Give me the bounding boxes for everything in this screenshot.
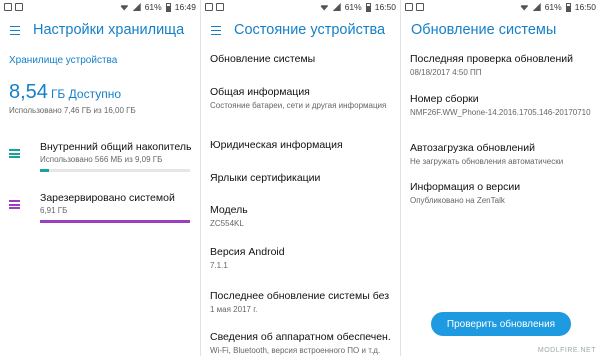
storage-usage-fill	[40, 169, 49, 172]
storage-list-icon	[9, 149, 20, 158]
list-item-title: Номер сборки	[410, 93, 479, 105]
signal-icon	[332, 3, 341, 11]
list-item-subtitle: Не загружать обновления автоматически	[410, 157, 564, 166]
page-title: Обновление системы	[411, 22, 557, 38]
clock: 16:50	[574, 2, 596, 12]
list-item-title: Автозагрузка обновлений	[410, 142, 535, 154]
gallery-notification-icon	[216, 3, 224, 11]
system-update-panel: 61% 16:50 Обновление системы Последняя п…	[400, 0, 600, 356]
list-item-title: Сведения об аппаратном обеспечен...	[210, 331, 390, 343]
list-item-legal-info[interactable]: Юридическая информация	[201, 139, 400, 151]
battery-percent: 61%	[144, 2, 162, 12]
gallery-notification-icon	[205, 3, 213, 11]
list-item-certification[interactable]: Ярлыки сертификации	[201, 172, 400, 184]
used-summary: Использовано 7,46 ГБ из 16,00 ГБ	[9, 106, 136, 115]
signal-icon	[132, 3, 141, 11]
battery-icon	[365, 2, 371, 12]
list-item-subtitle: NMF26F.WW_Phone-14.2016.1705.146-2017071…	[410, 108, 591, 117]
wifi-icon	[519, 5, 529, 11]
list-item-subtitle: Состояние батареи, сети и другая информа…	[210, 101, 387, 110]
menu-icon[interactable]	[211, 25, 221, 35]
list-item-version-info[interactable]: Информация о версии Опубликовано на ZenT…	[401, 181, 600, 206]
available-unit: ГБ Доступно	[50, 87, 122, 101]
storage-item-system[interactable]: Зарезервировано системой 6,91 ГБ	[0, 189, 200, 233]
page-title: Настройки хранилища	[33, 22, 185, 38]
battery-icon	[165, 2, 171, 12]
available-value: 8,54	[9, 81, 48, 103]
list-item-subtitle: 7.1.1	[210, 261, 228, 270]
gallery-notification-icon	[405, 3, 413, 11]
list-item-auto-download[interactable]: Автозагрузка обновлений Не загружать обн…	[401, 142, 600, 167]
list-item-system-update[interactable]: Обновление системы	[201, 53, 400, 65]
battery-icon	[565, 2, 571, 12]
list-item-model: Модель ZC554KL	[201, 204, 400, 229]
storage-settings-panel: 61% 16:49 Настройки хранилища Хранилище …	[0, 0, 200, 356]
storage-item-subtitle: Использовано 566 МБ из 9,09 ГБ	[40, 155, 163, 164]
storage-item-title: Внутренний общий накопитель	[40, 141, 192, 153]
clock: 16:49	[174, 2, 196, 12]
list-item-hardware-info[interactable]: Сведения об аппаратном обеспечен... Wi-F…	[201, 331, 400, 356]
list-item-title: Модель	[210, 204, 248, 216]
status-bar: 61% 16:50	[401, 0, 600, 14]
list-item-title: Последнее обновление системы без...	[210, 290, 390, 302]
list-item-title: Общая информация	[210, 86, 310, 98]
signal-icon	[532, 3, 541, 11]
status-bar: 61% 16:50	[201, 0, 400, 14]
list-item-subtitle: 08/18/2017 4:50 ПП	[410, 68, 482, 77]
storage-item-title: Зарезервировано системой	[40, 192, 175, 204]
gallery-notification-icon	[15, 3, 23, 11]
app-bar: Настройки хранилища	[0, 14, 200, 46]
storage-usage-bar	[40, 169, 190, 172]
device-status-panel: 61% 16:50 Состояние устройства Обновлени…	[200, 0, 400, 356]
battery-percent: 61%	[544, 2, 562, 12]
storage-usage-bar	[40, 220, 190, 223]
storage-list-icon	[9, 200, 20, 209]
check-updates-button[interactable]: Проверить обновления	[431, 312, 571, 336]
list-item-last-check: Последняя проверка обновлений 08/18/2017…	[401, 53, 600, 78]
app-bar: Обновление системы	[401, 14, 600, 46]
menu-icon[interactable]	[10, 25, 20, 35]
list-item-title: Информация о версии	[410, 181, 521, 193]
section-header: Хранилище устройства	[9, 55, 118, 66]
list-item-title: Версия Android	[210, 246, 285, 258]
battery-percent: 61%	[344, 2, 362, 12]
list-item-subtitle: Опубликовано на ZenTalk	[410, 196, 505, 205]
list-item-last-update: Последнее обновление системы без... 1 ма…	[201, 290, 400, 315]
wifi-icon	[119, 5, 129, 11]
list-item-subtitle: 1 мая 2017 г.	[210, 305, 258, 314]
page-title: Состояние устройства	[234, 22, 386, 38]
status-bar: 61% 16:49	[0, 0, 200, 14]
storage-usage-fill	[40, 220, 190, 223]
list-item-android-version[interactable]: Версия Android 7.1.1	[201, 246, 400, 271]
list-item-build-number: Номер сборки NMF26F.WW_Phone-14.2016.170…	[401, 93, 600, 118]
list-item-title: Юридическая информация	[210, 139, 343, 151]
list-item-general-info[interactable]: Общая информация Состояние батареи, сети…	[201, 86, 400, 111]
list-item-title: Последняя проверка обновлений	[410, 53, 573, 65]
clock: 16:50	[374, 2, 396, 12]
available-storage: 8,54 ГБ Доступно	[0, 66, 200, 104]
watermark: MODLFIRE.NET	[537, 347, 596, 354]
list-item-title: Ярлыки сертификации	[210, 172, 321, 184]
gallery-notification-icon	[4, 3, 12, 11]
app-bar: Состояние устройства	[201, 14, 400, 46]
list-item-subtitle: Wi-Fi, Bluetooth, версия встроенного ПО …	[210, 346, 381, 355]
gallery-notification-icon	[416, 3, 424, 11]
storage-item-subtitle: 6,91 ГБ	[40, 206, 68, 215]
list-item-subtitle: ZC554KL	[210, 219, 244, 228]
wifi-icon	[319, 5, 329, 11]
storage-item-internal[interactable]: Внутренний общий накопитель Использовано…	[0, 138, 200, 182]
list-item-title: Обновление системы	[210, 53, 316, 65]
